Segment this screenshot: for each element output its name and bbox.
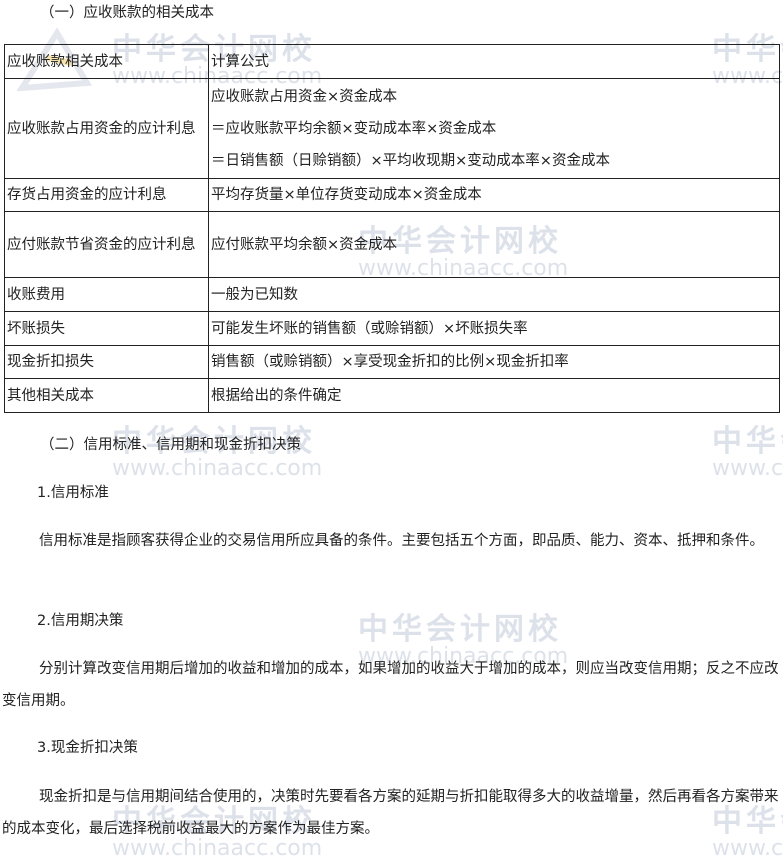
sub3-text: 现金折扣是与信用期间结合使用的，决策时先要看各方案的延期与折扣能取得多大的收益增… [2,789,779,837]
header-cell: 计算公式 [208,44,780,79]
formula: 应收账款占用资金×资金成本 ＝应收账款平均余额×变动成本率×资金成本 ＝日销售额（日… [208,78,780,179]
sub1-title: 1.信用标准 [37,485,109,501]
cost-item: 应付账款节省资金的应计利息 [4,211,209,278]
table-row: 应付账款节省资金的应计利息 应付账款平均余额×资金成本 [4,211,780,278]
formula: 平均存货量×单位存货变动成本×资金成本 [208,178,780,212]
formula: 根据给出的条件确定 [208,378,780,413]
cost-item: 其他相关成本 [4,378,209,413]
table-row: 现金折扣损失 销售额（或赊销额）×享受现金折扣的比例×现金折扣率 [4,345,780,379]
cost-item: 现金折扣损失 [4,345,209,379]
sub2-text: 分别计算改变信用期后增加的收益和增加的成本，如果增加的收益大于增加的成本，则应当… [2,661,779,709]
cost-item: 收账费用 [4,277,209,312]
formula: 可能发生坏账的销售额（或赊销额）×坏账损失率 [208,311,780,346]
table-row: 其他相关成本 根据给出的条件确定 [4,378,780,413]
table-row: 收账费用 一般为已知数 [4,277,780,312]
formula-line: ＝应收账款平均余额×变动成本率×资金成本 [211,120,497,137]
sub3-title: 3.现金折扣决策 [37,740,138,756]
formula: 销售额（或赊销额）×享受现金折扣的比例×现金折扣率 [208,345,780,379]
cost-item: 存货占用资金的应计利息 [4,178,209,212]
sub1-text: 信用标准是指顾客获得企业的交易信用所应具备的条件。主要包括五个方面，即品质、能力… [39,533,764,549]
table-header: 应收账款相关成本 计算公式 [4,44,780,79]
table-row: 存货占用资金的应计利息 平均存货量×单位存货变动成本×资金成本 [4,178,780,212]
table-row: 坏账损失 可能发生坏账的销售额（或赊销额）×坏账损失率 [4,311,780,346]
formula-line: 应收账款占用资金×资金成本 [211,88,398,105]
cost-item: 应收账款占用资金的应计利息 [4,78,209,179]
section1-title: （一）应收账款的相关成本 [40,5,214,21]
cost-table: 应收账款相关成本 计算公式 应收账款占用资金的应计利息 应收账款占用资金×资金成本 ＝… [4,44,780,413]
sub2-title: 2.信用期决策 [37,613,124,629]
formula: 一般为已知数 [208,277,780,312]
formula-line: ＝日销售额（日赊销额）×平均收现期×变动成本率×资金成本 [211,152,610,169]
formula: 应付账款平均余额×资金成本 [208,211,780,278]
cost-item: 坏账损失 [4,311,209,346]
header-cell: 应收账款相关成本 [4,44,209,79]
section2-title: （二）信用标准、信用期和现金折扣决策 [40,437,301,453]
table-row: 应收账款占用资金的应计利息 应收账款占用资金×资金成本 ＝应收账款平均余额×变动成本… [4,78,780,179]
